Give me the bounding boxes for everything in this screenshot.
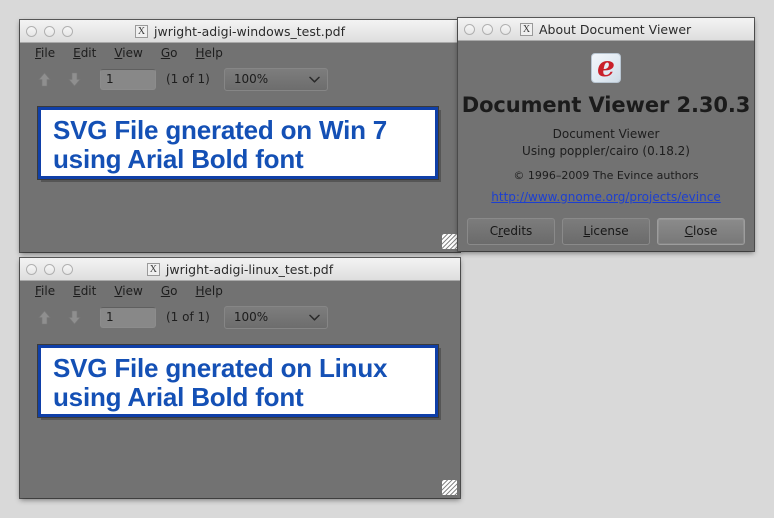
copyright-label: © 1996–2009 The Evince authors: [513, 168, 699, 182]
pdf-text-line: SVG File gnerated on Win 7: [53, 115, 388, 145]
menu-view[interactable]: View: [107, 283, 149, 299]
maximize-button[interactable]: [62, 263, 73, 275]
close-button[interactable]: [464, 23, 475, 35]
minimize-button[interactable]: [44, 25, 55, 37]
resize-grip[interactable]: [442, 480, 457, 495]
menu-edit[interactable]: Edit: [66, 283, 103, 299]
menu-view[interactable]: View: [107, 45, 149, 61]
close-button[interactable]: [26, 25, 37, 37]
page-number-input[interactable]: 1: [100, 68, 156, 90]
zoom-value: 100%: [233, 72, 269, 86]
application-subtitle: Document Viewer Using poppler/cairo (0.1…: [522, 126, 690, 160]
application-name: Document Viewer: [552, 127, 660, 141]
menu-help[interactable]: Help: [188, 283, 229, 299]
chevron-down-icon: [309, 76, 320, 83]
window-title: jwright-adigi-windows_test.pdf: [154, 23, 345, 39]
zoom-value: 100%: [233, 310, 269, 324]
previous-page-icon[interactable]: [34, 307, 54, 327]
app-x-icon: X: [520, 22, 533, 36]
dialog-button-row[interactable]: Cr edits License Close: [467, 217, 745, 245]
title-center: X jwright-adigi-linux_test.pdf: [20, 258, 460, 280]
next-page-icon[interactable]: [64, 69, 84, 89]
toolbar[interactable]: 1 (1 of 1) 100%: [20, 301, 460, 333]
menu-file[interactable]: File: [28, 45, 62, 61]
page-number-input[interactable]: 1: [100, 306, 156, 328]
app-x-icon: X: [135, 24, 148, 38]
previous-page-icon[interactable]: [34, 69, 54, 89]
application-title: Document Viewer 2.30.3: [461, 93, 751, 117]
document-view[interactable]: SVG File gnerated on Linux using Arial B…: [20, 333, 460, 498]
window-linux-test[interactable]: X jwright-adigi-linux_test.pdf File Edit…: [20, 258, 460, 498]
maximize-button[interactable]: [500, 23, 511, 35]
menubar[interactable]: File Edit View Go Help: [20, 43, 460, 63]
website-link[interactable]: http://www.gnome.org/projects/evince: [491, 190, 720, 204]
close-button[interactable]: [26, 263, 37, 275]
window-title: jwright-adigi-linux_test.pdf: [165, 261, 334, 277]
page-count-label: (1 of 1): [166, 310, 210, 324]
menu-edit[interactable]: Edit: [66, 45, 103, 61]
titlebar[interactable]: X About Document Viewer: [458, 18, 754, 41]
minimize-button[interactable]: [482, 23, 493, 35]
pdf-text-line: using Arial Bold font: [53, 144, 304, 175]
toolbar[interactable]: 1 (1 of 1) 100%: [20, 63, 460, 95]
pdf-text-line: using Arial Bold font: [53, 382, 304, 413]
zoom-select[interactable]: 100%: [223, 67, 328, 91]
dialog-title-group: X About Document Viewer: [520, 22, 691, 37]
titlebar[interactable]: X jwright-adigi-windows_test.pdf: [20, 20, 460, 43]
titlebar[interactable]: X jwright-adigi-linux_test.pdf: [20, 258, 460, 281]
close-button-dialog[interactable]: Close: [657, 217, 745, 245]
menu-go[interactable]: Go: [154, 45, 185, 61]
pdf-text-line: SVG File gnerated on Linux: [53, 353, 388, 383]
app-x-icon: X: [146, 262, 160, 276]
menu-file[interactable]: File: [28, 283, 62, 299]
pdf-page: SVG File gnerated on Linux using Arial B…: [37, 344, 439, 418]
menu-go[interactable]: Go: [154, 283, 185, 299]
pdf-page: SVG File gnerated on Win 7 using Arial B…: [37, 106, 439, 180]
backend-info: Using poppler/cairo (0.18.2): [522, 143, 690, 158]
dialog-body: e Document Viewer 2.30.3 Document Viewer…: [458, 41, 754, 251]
window-controls[interactable]: [464, 23, 511, 35]
chevron-down-icon: [309, 314, 320, 321]
evince-logo-glyph: e: [597, 53, 615, 83]
evince-logo-icon: e: [591, 53, 621, 83]
dialog-title: About Document Viewer: [539, 21, 692, 37]
window-windows-test[interactable]: X jwright-adigi-windows_test.pdf File Ed…: [20, 20, 460, 252]
title-center: X jwright-adigi-windows_test.pdf: [20, 20, 460, 42]
menu-help[interactable]: Help: [188, 45, 229, 61]
page-count-label: (1 of 1): [166, 72, 210, 86]
menubar[interactable]: File Edit View Go Help: [20, 281, 460, 301]
credits-button[interactable]: Cr edits: [467, 217, 555, 245]
window-controls[interactable]: [26, 25, 73, 37]
window-controls[interactable]: [26, 263, 73, 275]
document-view[interactable]: SVG File gnerated on Win 7 using Arial B…: [20, 95, 460, 252]
next-page-icon[interactable]: [64, 307, 84, 327]
minimize-button[interactable]: [44, 263, 55, 275]
resize-grip[interactable]: [442, 234, 457, 249]
license-button[interactable]: License: [562, 217, 650, 245]
maximize-button[interactable]: [62, 25, 73, 37]
about-dialog[interactable]: X About Document Viewer e Document Viewe…: [458, 18, 754, 251]
zoom-select[interactable]: 100%: [223, 305, 328, 329]
